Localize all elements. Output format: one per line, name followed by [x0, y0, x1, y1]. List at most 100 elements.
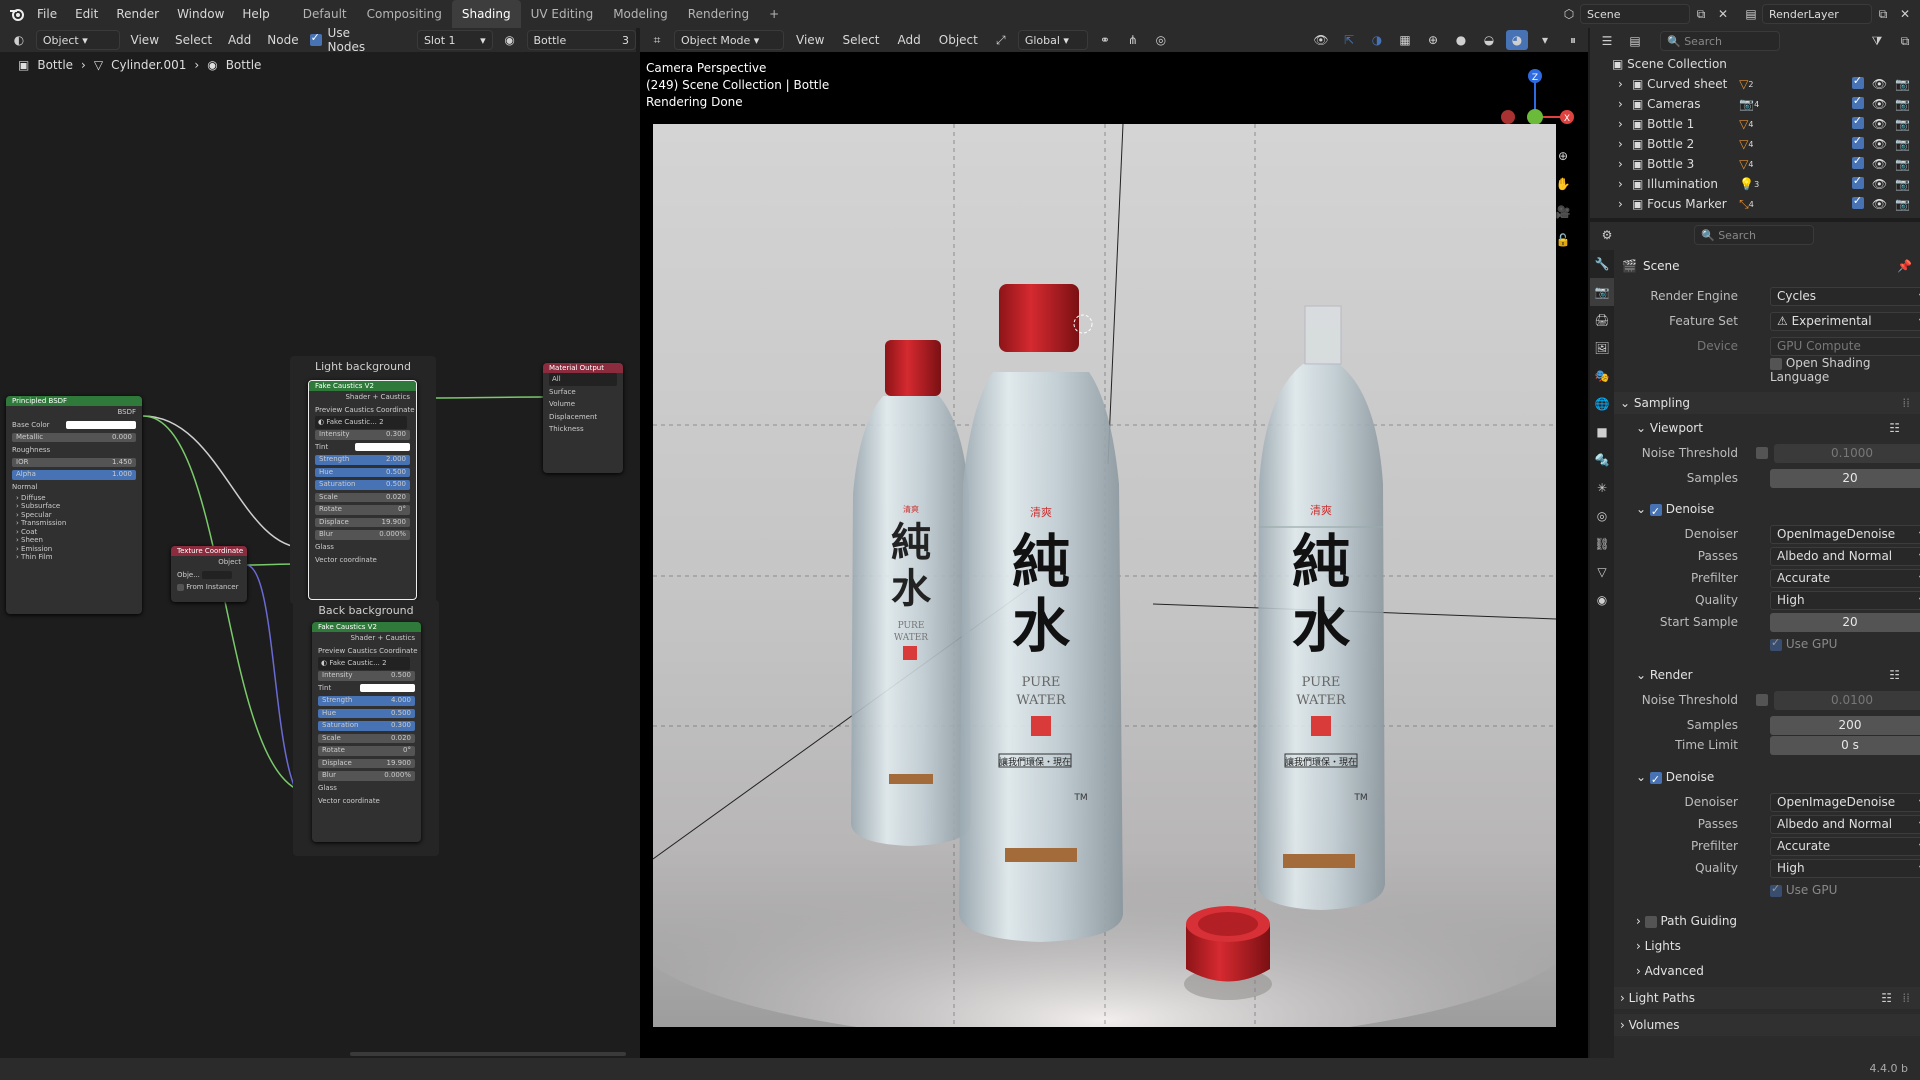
expand-chevron-icon[interactable]: › — [1618, 117, 1632, 131]
outliner-item[interactable]: ›▣ Focus Marker⤡4👁📷 — [1590, 194, 1920, 214]
material-shading-icon[interactable]: ◒ — [1478, 30, 1500, 50]
node-row[interactable]: Obje... — [171, 569, 247, 582]
properties-editor-icon[interactable]: ⚙ — [1596, 225, 1618, 245]
render-subpanel-header[interactable]: ⌄ Render ☷ — [1614, 664, 1920, 686]
panel-specular[interactable]: › Specular — [16, 511, 142, 520]
delete-scene-icon[interactable]: ✕ — [1712, 4, 1734, 24]
menu-render[interactable]: Render — [107, 0, 168, 28]
render-noise-checkbox[interactable] — [1756, 694, 1768, 706]
object-tab-icon[interactable]: ■ — [1590, 418, 1614, 446]
panel-sheen[interactable]: › Sheen — [16, 536, 142, 545]
exclude-checkbox[interactable] — [1851, 94, 1864, 109]
tool-tab-icon[interactable]: 🔧 — [1590, 250, 1614, 278]
scene-tab-icon[interactable]: 🎭 — [1590, 362, 1614, 390]
volumes-panel-header[interactable]: › Volumes — [1614, 1014, 1920, 1036]
viewport-noise-field[interactable]: 0.1000 — [1774, 443, 1920, 463]
visibility-icon[interactable]: 👁 — [1310, 30, 1332, 50]
outliner-item[interactable]: ›▣ Bottle 2▽4👁📷 — [1590, 134, 1920, 154]
node-row[interactable]: Blur 0.000% — [312, 770, 421, 783]
pivot-icon[interactable]: ⚭ — [1094, 30, 1116, 50]
outliner-item[interactable]: ›▣ Illumination💡3👁📷 — [1590, 174, 1920, 194]
node-row[interactable]: Saturation 0.500 — [309, 479, 416, 492]
viewport-start-sample-field[interactable]: 20 — [1770, 612, 1920, 632]
viewport-subpanel-header[interactable]: ⌄ Viewport ☷ — [1614, 417, 1920, 439]
node-row[interactable]: Displace 19.900 — [309, 516, 416, 529]
wireframe-shading-icon[interactable]: ⊕ — [1422, 30, 1444, 50]
osl-checkbox[interactable] — [1770, 357, 1782, 370]
new-scene-icon[interactable]: ⧉ — [1690, 4, 1712, 24]
orientation-dropdown[interactable]: Global ▾ — [1017, 30, 1088, 50]
principled-bsdf-node[interactable]: Principled BSDF BSDF Base Color Metallic… — [6, 396, 142, 614]
modifier-tab-icon[interactable]: 🔩 — [1590, 446, 1614, 474]
node-row[interactable]: Scale 0.020 — [309, 491, 416, 504]
node-row[interactable]: Strength 4.000 — [312, 695, 421, 708]
blender-logo-icon[interactable] — [6, 4, 28, 24]
outliner-item[interactable]: ›▣ Cameras📷4👁📷 — [1590, 94, 1920, 114]
exclude-checkbox[interactable] — [1851, 134, 1864, 149]
node-row[interactable]: Blur 0.000% — [309, 529, 416, 542]
node-row[interactable]: Metallic 0.000 — [6, 431, 142, 444]
scene-field[interactable]: Scene — [1580, 4, 1690, 24]
constraints-tab-icon[interactable]: ⛓ — [1590, 530, 1614, 558]
eye-icon[interactable]: 👁 — [1872, 177, 1887, 191]
vp-menu-select[interactable]: Select — [836, 28, 885, 54]
mode-dropdown[interactable]: Object Mode ▾ — [674, 30, 784, 50]
add-workspace-button[interactable]: + — [759, 0, 789, 28]
menu-help[interactable]: Help — [233, 0, 278, 28]
node-row[interactable]: Rotate 0° — [312, 745, 421, 758]
tab-modeling[interactable]: Modeling — [603, 0, 678, 28]
node-row[interactable]: Base Color — [6, 419, 142, 432]
viewport-samples-field[interactable]: 20 — [1770, 468, 1920, 488]
render-denoiser-dropdown[interactable]: OpenImageDenoise▾ — [1770, 792, 1920, 812]
node-group-field[interactable]: ◐ Fake Caustic... 2 — [309, 416, 416, 429]
eye-icon[interactable]: 👁 — [1872, 117, 1887, 131]
expand-chevron-icon[interactable]: › — [1618, 97, 1632, 111]
render-prefilter-dropdown[interactable]: Accurate▾ — [1770, 836, 1920, 856]
display-mode-icon[interactable]: ▤ — [1624, 31, 1646, 51]
horizontal-scrollbar[interactable] — [350, 1052, 626, 1056]
camera-render-icon[interactable]: 📷 — [1895, 157, 1910, 171]
panel-thin-film[interactable]: › Thin Film — [16, 553, 142, 562]
feature-set-dropdown[interactable]: ⚠ Experimental▾ — [1770, 311, 1920, 331]
exclude-checkbox[interactable] — [1851, 194, 1864, 209]
exclude-checkbox[interactable] — [1851, 154, 1864, 169]
render-quality-dropdown[interactable]: High▾ — [1770, 858, 1920, 878]
render-noise-field[interactable]: 0.0100 — [1774, 690, 1920, 710]
vp-menu-add[interactable]: Add — [892, 28, 927, 54]
camera-render-icon[interactable]: 📷 — [1895, 117, 1910, 131]
new-view-layer-icon[interactable]: ⧉ — [1872, 4, 1894, 24]
path-guiding-header[interactable]: › Path Guiding — [1614, 910, 1920, 932]
vp-menu-object[interactable]: Object — [933, 28, 984, 54]
render-passes-dropdown[interactable]: Albedo and Normal▾ — [1770, 814, 1920, 834]
exclude-checkbox[interactable] — [1851, 114, 1864, 129]
new-collection-icon[interactable]: ⧉ — [1894, 31, 1916, 51]
expand-chevron-icon[interactable]: › — [1618, 177, 1632, 191]
outliner-item[interactable]: ›▣ Curved sheet▽2👁📷 — [1590, 74, 1920, 94]
tab-shading[interactable]: Shading — [451, 0, 521, 28]
expand-chevron-icon[interactable]: › — [1618, 137, 1632, 151]
camera-render-icon[interactable]: 📷 — [1895, 137, 1910, 151]
menu-edit[interactable]: Edit — [66, 0, 107, 28]
fake-caustics-node-2[interactable]: Fake Caustics V2 Shader + Caustics Previ… — [312, 622, 421, 842]
snap-icon[interactable]: ⋔ — [1122, 30, 1144, 50]
expand-chevron-icon[interactable]: › — [1618, 197, 1632, 211]
node-row[interactable]: Displace 19.900 — [312, 757, 421, 770]
camera-render-icon[interactable]: 📷 — [1895, 77, 1910, 91]
3d-viewport[interactable]: ⌗ Object Mode ▾ View Select Add Object ⤢… — [640, 28, 1588, 1058]
node-row[interactable]: Hue 0.500 — [309, 466, 416, 479]
expand-chevron-icon[interactable]: › — [1618, 157, 1632, 171]
proportional-edit-icon[interactable]: ◎ — [1150, 30, 1172, 50]
particles-tab-icon[interactable]: ✳ — [1590, 474, 1614, 502]
viewport-denoise-header[interactable]: ⌄ Denoise — [1614, 498, 1920, 523]
fake-caustics-node-1[interactable]: Fake Caustics V2 Shader + Caustics Previ… — [308, 380, 417, 600]
light-paths-panel-header[interactable]: › Light Paths ☷ ⁞⁞ — [1614, 987, 1920, 1009]
viewport-denoise-checkbox[interactable] — [1649, 501, 1662, 523]
viewport-quality-dropdown[interactable]: High▾ — [1770, 590, 1920, 610]
node-row[interactable]: Rotate 0° — [309, 504, 416, 517]
outliner-item[interactable]: ›▣ Bottle 3▽4👁📷 — [1590, 154, 1920, 174]
viewport-denoiser-dropdown[interactable]: OpenImageDenoise▾ — [1770, 524, 1920, 544]
delete-view-layer-icon[interactable]: ✕ — [1894, 4, 1916, 24]
pin-icon[interactable]: 📌 — [1897, 259, 1912, 273]
menu-file[interactable]: File — [28, 0, 66, 28]
eye-icon[interactable]: 👁 — [1872, 97, 1887, 111]
